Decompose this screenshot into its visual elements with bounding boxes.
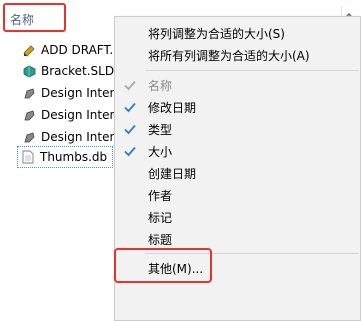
check-icon bbox=[123, 122, 137, 136]
drafting-file-icon bbox=[22, 43, 36, 57]
menu-item-size-all-columns[interactable]: 将所有列调整为合适的大小(A) bbox=[115, 44, 361, 66]
menu-item-column-modified-date[interactable]: 修改日期 bbox=[115, 96, 361, 118]
menu-item-column-created-date[interactable]: 创建日期 bbox=[115, 162, 361, 184]
file-name: ADD DRAFT... bbox=[41, 43, 121, 57]
menu-separator bbox=[145, 70, 359, 71]
check-icon bbox=[123, 78, 137, 92]
menu-item-label: 创建日期 bbox=[148, 166, 197, 181]
menu-item-column-author[interactable]: 作者 bbox=[115, 184, 361, 206]
menu-item-column-type[interactable]: 类型 bbox=[115, 118, 361, 140]
menu-item-column-name: 名称 bbox=[115, 74, 361, 96]
design-file-icon bbox=[22, 108, 36, 122]
menu-item-column-tags[interactable]: 标记 bbox=[115, 206, 361, 228]
menu-item-column-size[interactable]: 大小 bbox=[115, 140, 361, 162]
check-icon bbox=[123, 100, 137, 114]
file-row-thumbs-db[interactable]: Thumbs.db bbox=[17, 146, 113, 168]
menu-item-label: 标记 bbox=[148, 210, 173, 225]
highlight-box-more-item bbox=[114, 248, 212, 283]
menu-item-label: 名称 bbox=[148, 78, 173, 93]
menu-item-label: 标题 bbox=[148, 232, 173, 247]
menu-item-label: 大小 bbox=[148, 144, 173, 159]
design-file-icon bbox=[22, 86, 36, 100]
solidworks-part-icon bbox=[22, 64, 36, 78]
menu-item-label: 作者 bbox=[148, 188, 173, 203]
check-icon bbox=[123, 144, 137, 158]
menu-item-column-title[interactable]: 标题 bbox=[115, 228, 361, 250]
database-file-icon bbox=[21, 150, 35, 164]
menu-item-label: 将列调整为合适的大小(S) bbox=[148, 26, 285, 41]
menu-item-label: 将所有列调整为合适的大小(A) bbox=[148, 48, 310, 63]
menu-item-label: 修改日期 bbox=[148, 100, 197, 115]
design-file-icon bbox=[22, 130, 36, 144]
menu-item-label: 类型 bbox=[148, 122, 173, 137]
highlight-box-name-header bbox=[3, 3, 66, 32]
menu-item-size-column[interactable]: 将列调整为合适的大小(S) bbox=[115, 22, 361, 44]
file-explorer: 名称 ↑ ADD DRAFT... Bracket.SLDPRT Design … bbox=[0, 0, 361, 321]
file-name: Thumbs.db bbox=[40, 150, 108, 164]
